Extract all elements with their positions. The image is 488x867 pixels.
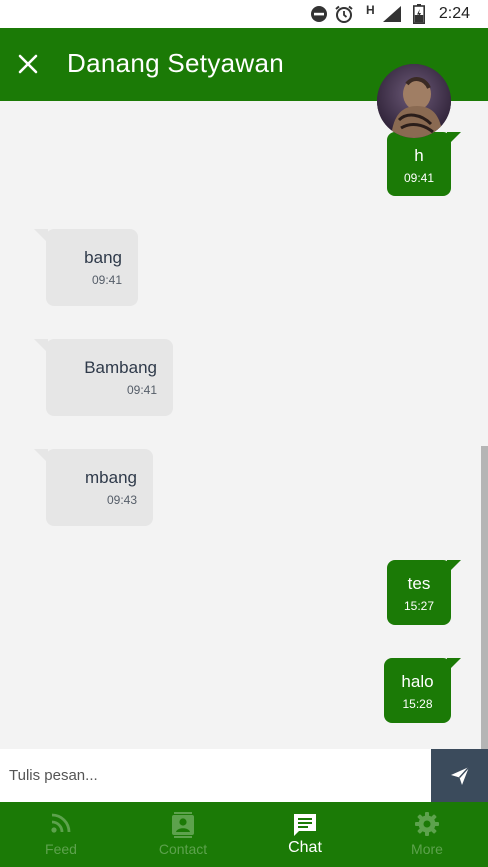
status-bar: H 2:24 bbox=[0, 0, 488, 28]
nav-item-contact[interactable]: Contact bbox=[122, 802, 244, 867]
message-time: 09:41 bbox=[91, 273, 122, 287]
nav-label: Chat bbox=[288, 839, 322, 856]
message-text: Bambang bbox=[84, 358, 157, 377]
message-text: halo bbox=[401, 672, 434, 691]
message-time: 09:43 bbox=[106, 493, 137, 507]
close-icon[interactable] bbox=[14, 50, 42, 78]
message-bubble-outgoing[interactable]: tes 15:27 bbox=[387, 560, 461, 625]
bottom-navigation: Feed Contact Chat More bbox=[0, 802, 488, 867]
nav-label: More bbox=[411, 841, 443, 857]
message-text: tes bbox=[407, 574, 431, 593]
chat-contact-name: Danang Setyawan bbox=[67, 48, 284, 78]
message-text: bang bbox=[84, 248, 122, 267]
status-time: 2:24 bbox=[438, 5, 470, 22]
nav-item-chat[interactable]: Chat bbox=[244, 802, 366, 867]
message-time: 15:28 bbox=[402, 697, 433, 711]
message-bubble-incoming[interactable]: mbang 09:43 bbox=[34, 449, 153, 526]
send-button[interactable] bbox=[431, 749, 488, 802]
alarm-icon bbox=[334, 5, 354, 28]
message-text: mbang bbox=[85, 468, 137, 487]
message-time: 15:27 bbox=[403, 599, 435, 613]
chat-scrollbar[interactable] bbox=[481, 446, 488, 749]
message-time: 09:41 bbox=[403, 171, 435, 185]
nav-label: Feed bbox=[45, 841, 77, 857]
contact-avatar[interactable] bbox=[377, 64, 451, 138]
gear-icon bbox=[415, 812, 439, 841]
message-bubble-outgoing[interactable]: halo 15:28 bbox=[384, 658, 461, 723]
nav-label: Contact bbox=[158, 841, 208, 857]
message-input[interactable] bbox=[0, 749, 431, 802]
battery-icon bbox=[413, 4, 425, 29]
do-not-disturb-icon bbox=[310, 5, 328, 28]
message-text: h bbox=[414, 146, 424, 165]
chat-message-list[interactable]: h 09:41 bang 09:41 Bambang 09:41 mbang 0… bbox=[0, 101, 488, 749]
send-icon bbox=[451, 766, 470, 785]
message-bubble-incoming[interactable]: bang 09:41 bbox=[34, 229, 138, 306]
network-type-label: H bbox=[366, 3, 375, 17]
message-bubble-incoming[interactable]: Bambang 09:41 bbox=[34, 339, 173, 416]
message-time: 09:41 bbox=[126, 383, 157, 397]
rss-feed-icon bbox=[50, 812, 72, 839]
message-composer bbox=[0, 749, 488, 802]
contact-card-icon bbox=[171, 812, 195, 843]
signal-icon bbox=[383, 6, 401, 27]
message-bubble-outgoing[interactable]: h 09:41 bbox=[387, 132, 461, 196]
nav-item-feed[interactable]: Feed bbox=[0, 802, 122, 867]
nav-item-more[interactable]: More bbox=[366, 802, 488, 867]
